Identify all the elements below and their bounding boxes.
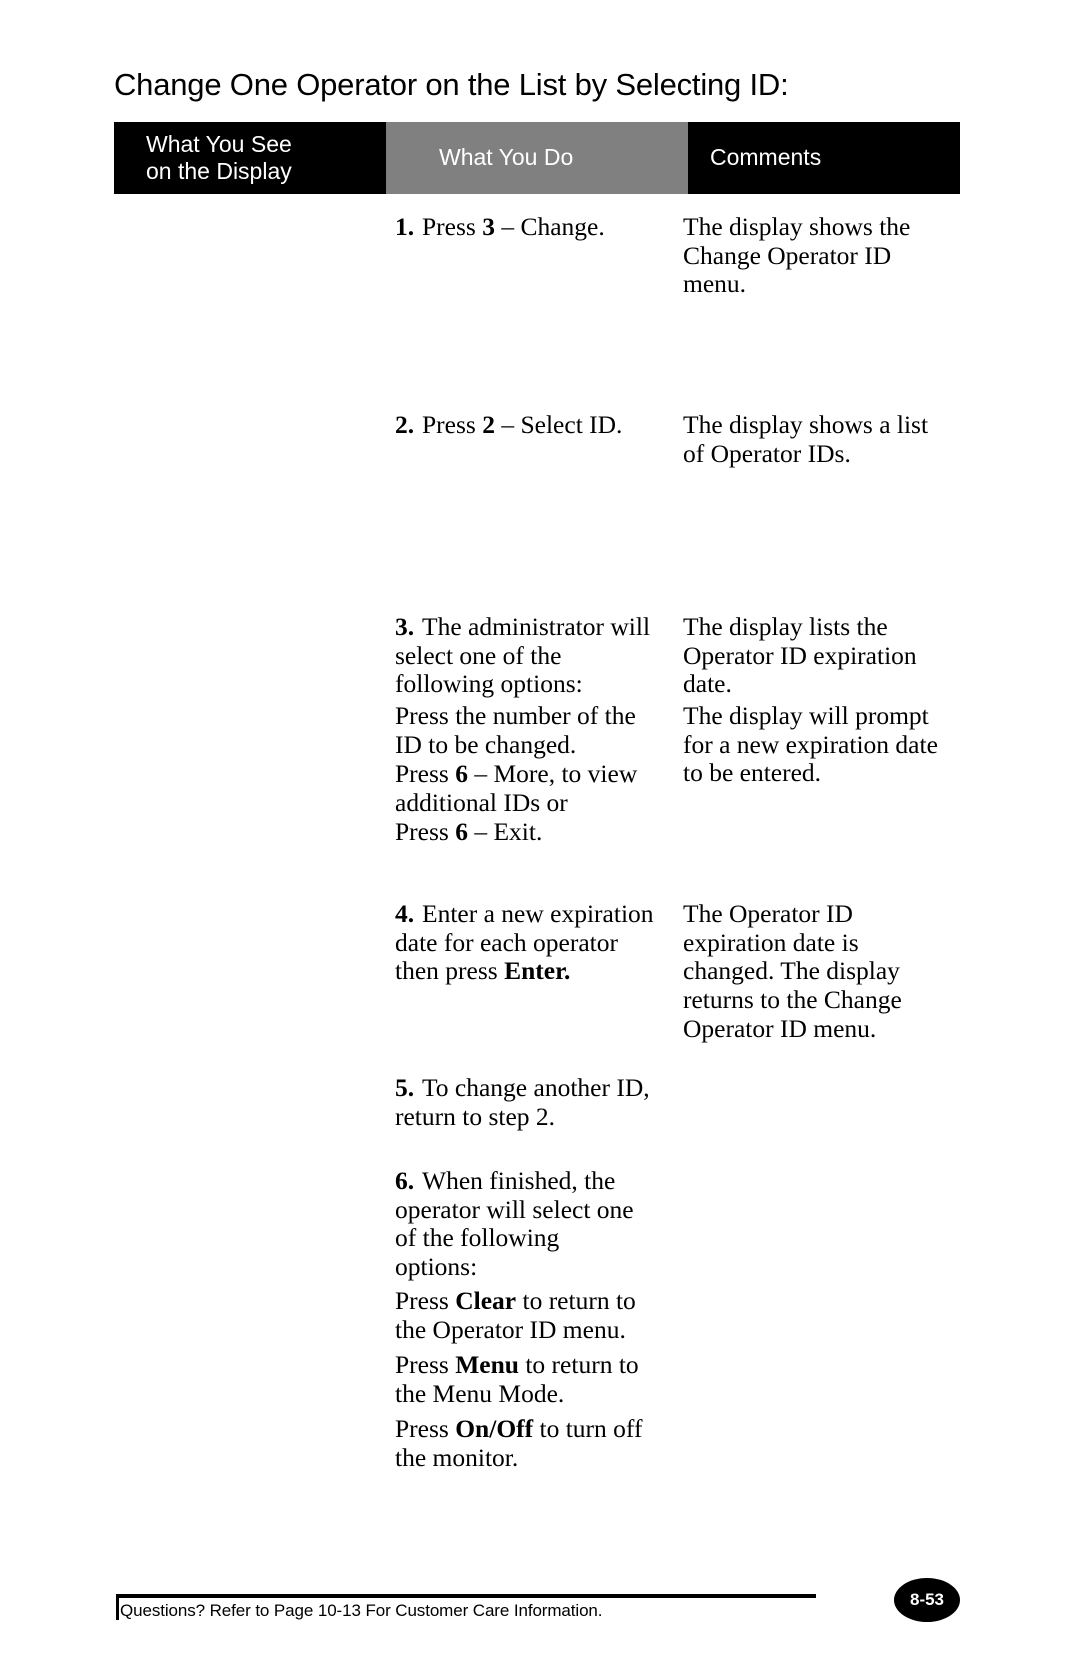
comment-step-1: The display shows the Change Operator ID… <box>683 212 911 299</box>
step-6-option-clear: Press Clear to return to the Operator ID… <box>395 1286 636 1344</box>
column-header-do-label: What You Do <box>439 144 574 171</box>
step-5-number: 5. <box>395 1073 415 1102</box>
page-number-text: 8-53 <box>909 1590 945 1609</box>
step-5-text: To change another ID, return to step 2. <box>395 1073 650 1131</box>
column-header-see-line2: on the Display <box>146 158 292 184</box>
table-header-row: What You See on the Display What You Do … <box>114 122 960 194</box>
step-4-instruction: 4. Enter a new expiration date for each … <box>395 899 661 986</box>
step-6-option-menu: Press Menu to return to the Menu Mode. <box>395 1350 639 1408</box>
step-3-text: The administrator will select one of the… <box>395 612 651 699</box>
comment-step-3-a: The display lists the Operator ID expira… <box>683 612 917 699</box>
step-3-option-1: Press the number of the ID to be changed… <box>395 701 636 759</box>
step-1-text: Press 3 – Change. <box>422 212 605 241</box>
column-header-see-line1: What You See <box>146 130 292 157</box>
step-6-option-onoff: Press On/Off to turn off the monitor. <box>395 1414 643 1472</box>
step-3-option-3: Press 6 – Exit. <box>395 817 543 846</box>
column-header-comments-label: Comments <box>710 144 822 171</box>
step-3-option-2: Press 6 – More, to view additional IDs o… <box>395 759 638 817</box>
step-2-number: 2. <box>395 410 415 439</box>
step-5-instruction: 5. To change another ID, return to step … <box>395 1073 661 1131</box>
footer-tick-mark <box>116 1598 119 1620</box>
comment-step-3-b: The display will prompt for a new expira… <box>683 701 938 788</box>
column-header-what-you-do: What You Do <box>386 122 688 194</box>
step-3-instruction: 3. The administrator will select one of … <box>395 612 657 699</box>
step-6-number: 6. <box>395 1166 415 1195</box>
step-6-instruction: 6. When finished, the operator will sele… <box>395 1166 643 1282</box>
footer-note: Questions? Refer to Page 10-13 For Custo… <box>120 1601 603 1620</box>
comment-step-4: The Operator ID expiration date is chang… <box>683 899 902 1043</box>
step-1-number: 1. <box>395 212 415 241</box>
step-4-text: Enter a new expiration date for each ope… <box>395 899 654 986</box>
step-6-text: When finished, the operator will select … <box>395 1166 634 1282</box>
document-page: Change One Operator on the List by Selec… <box>0 0 1080 1669</box>
step-4-number: 4. <box>395 899 415 928</box>
comment-step-2: The display shows a list of Operator IDs… <box>683 410 929 468</box>
step-2-instruction: 2. Press 2 – Select ID. <box>395 410 680 440</box>
page-title: Change One Operator on the List by Selec… <box>114 66 789 102</box>
step-2-text: Press 2 – Select ID. <box>422 410 623 439</box>
column-header-comments: Comments <box>688 122 960 194</box>
column-header-what-you-see: What You See on the Display <box>114 122 386 194</box>
page-number-badge: 8-53 <box>894 1578 960 1622</box>
step-3-number: 3. <box>395 612 415 641</box>
footer-divider <box>116 1594 816 1598</box>
step-1-instruction: 1. Press 3 – Change. <box>395 212 680 242</box>
